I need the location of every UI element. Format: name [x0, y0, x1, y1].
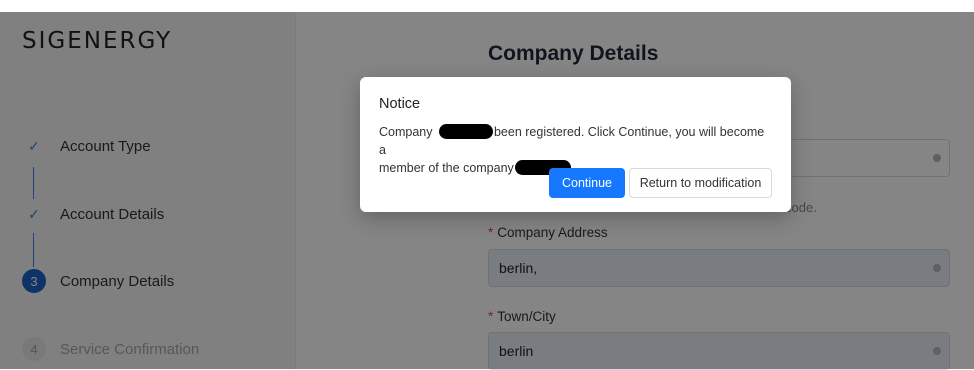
message-text: Company	[379, 125, 433, 139]
redacted-company-name	[438, 124, 493, 139]
registration-page: SIGENERGY ✓ Account Type ✓ Account Detai…	[0, 0, 974, 370]
return-to-modification-button[interactable]: Return to modification	[629, 168, 772, 198]
dialog-title: Notice	[379, 96, 421, 112]
message-text: been registered. Click Continue, you wil…	[379, 125, 765, 157]
notice-dialog: Notice Company been registered. Click Co…	[360, 77, 791, 212]
continue-button[interactable]: Continue	[549, 168, 625, 198]
message-text: member of the company	[379, 161, 514, 175]
